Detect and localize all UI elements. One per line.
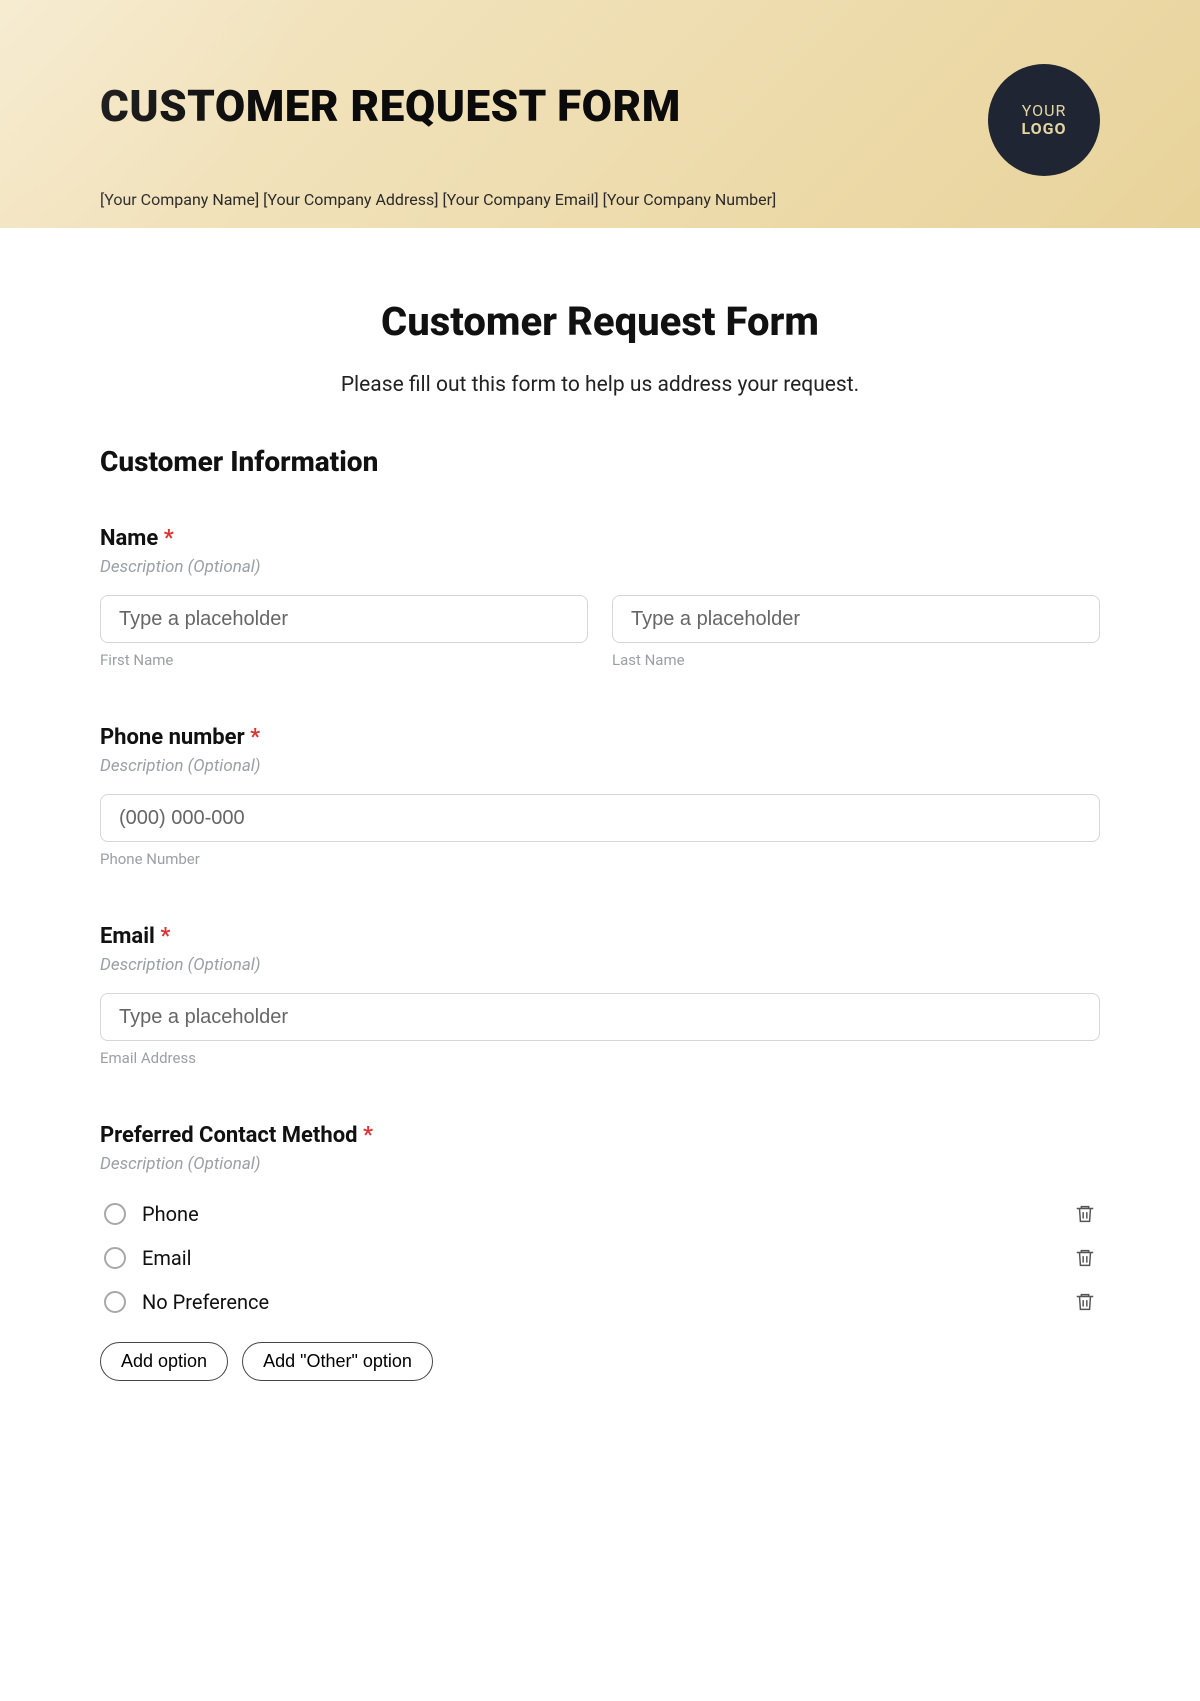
logo-line2: LOGO [1021,120,1066,138]
required-indicator: * [363,1123,373,1148]
add-other-option-button[interactable]: Add "Other" option [242,1342,433,1381]
trash-icon[interactable] [1074,1203,1096,1225]
contact-label-text: Preferred Contact Method [100,1123,358,1148]
first-name-sublabel: First Name [100,651,588,669]
option-nopref-radio[interactable] [104,1291,126,1313]
option-email-radio[interactable] [104,1247,126,1269]
email-input[interactable] [100,993,1100,1041]
phone-sublabel: Phone Number [100,850,1100,868]
phone-description: Description (Optional) [100,756,1100,776]
banner: CUSTOMER REQUEST FORM [Your Company Name… [0,0,1200,228]
email-description: Description (Optional) [100,955,1100,975]
name-description: Description (Optional) [100,557,1100,577]
field-contact-method: Preferred Contact Method * Description (… [100,1123,1100,1381]
last-name-input[interactable] [612,595,1100,643]
first-name-input[interactable] [100,595,588,643]
option-phone-radio[interactable] [104,1203,126,1225]
name-label: Name * [100,526,1100,551]
contact-description: Description (Optional) [100,1154,1100,1174]
required-indicator: * [160,924,170,949]
contact-label: Preferred Contact Method * [100,1123,1100,1148]
phone-label-text: Phone number [100,725,245,750]
add-option-button[interactable]: Add option [100,1342,228,1381]
banner-meta: [Your Company Name] [Your Company Addres… [100,190,1100,209]
form-subtitle: Please fill out this form to help us add… [100,373,1100,397]
required-indicator: * [250,725,260,750]
option-nopref-row: No Preference [100,1280,1100,1324]
email-label-text: Email [100,924,155,949]
phone-label: Phone number * [100,725,1100,750]
option-nopref-label: No Preference [142,1290,269,1314]
option-email-label: Email [142,1246,192,1270]
option-phone-row: Phone [100,1192,1100,1236]
trash-icon[interactable] [1074,1291,1096,1313]
form-title: Customer Request Form [100,298,1100,345]
required-indicator: * [164,526,174,551]
email-sublabel: Email Address [100,1049,1100,1067]
banner-title: CUSTOMER REQUEST FORM [100,80,1100,132]
form-content: Customer Request Form Please fill out th… [0,228,1200,1421]
field-name: Name * Description (Optional) First Name… [100,526,1100,669]
email-label: Email * [100,924,1100,949]
field-email: Email * Description (Optional) Email Add… [100,924,1100,1067]
option-email-row: Email [100,1236,1100,1280]
logo-line1: YOUR [1022,102,1067,120]
phone-input[interactable] [100,794,1100,842]
field-phone: Phone number * Description (Optional) Ph… [100,725,1100,868]
name-label-text: Name [100,526,158,551]
trash-icon[interactable] [1074,1247,1096,1269]
logo-placeholder: YOUR LOGO [988,64,1100,176]
option-phone-label: Phone [142,1202,199,1226]
section-customer-info-title: Customer Information [100,445,1100,478]
last-name-sublabel: Last Name [612,651,1100,669]
